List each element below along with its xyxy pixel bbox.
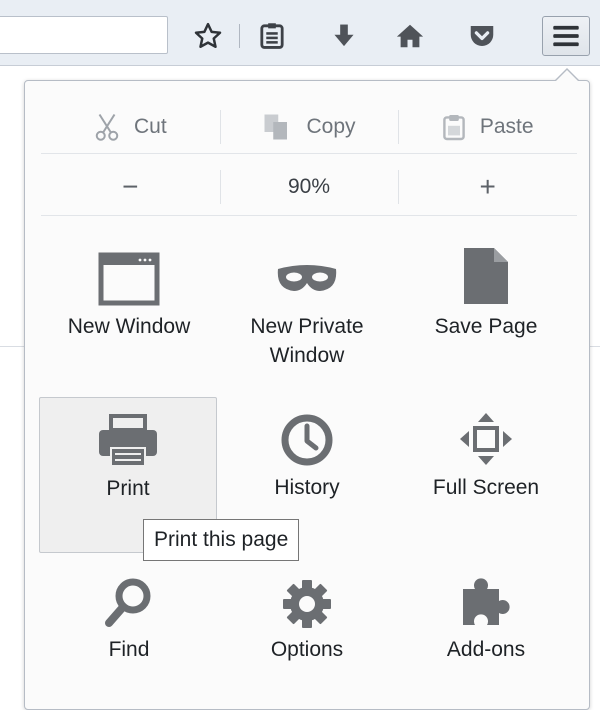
zoom-in-label: +	[479, 170, 496, 202]
page-divider	[0, 346, 25, 347]
zoom-out-button[interactable]: −	[41, 158, 220, 215]
paste-button[interactable]: Paste	[398, 100, 577, 153]
panel-arrow-inner	[556, 70, 578, 81]
zoom-level: 90%	[287, 174, 331, 198]
clock-icon	[281, 414, 333, 466]
copy-button[interactable]: Copy	[219, 100, 399, 153]
star-icon	[194, 22, 222, 48]
page-background	[0, 66, 25, 697]
new-private-window-label-line2: Window	[269, 344, 345, 367]
new-private-window-label-line1: New Private	[250, 315, 364, 338]
add-ons-label: Add-ons	[446, 638, 526, 661]
print-tooltip: Print this page	[143, 519, 300, 561]
copy-label: Copy	[306, 114, 356, 138]
cut-label: Cut	[133, 114, 167, 138]
page-icon	[464, 248, 508, 304]
history-label: History	[274, 476, 340, 499]
pocket-button[interactable]	[465, 19, 499, 53]
toolbar-separator	[239, 24, 240, 48]
find-button[interactable]: Find	[40, 565, 218, 695]
zoom-in-button[interactable]: +	[398, 158, 577, 215]
options-label: Options	[270, 638, 344, 661]
clipboard-icon	[443, 114, 465, 140]
browser-toolbar	[0, 0, 600, 66]
zoom-controls: − 90% +	[41, 158, 577, 216]
puzzle-piece-icon	[463, 578, 510, 625]
save-page-button[interactable]: Save Page	[397, 236, 575, 386]
home-button[interactable]	[393, 19, 427, 53]
print-label: Print	[106, 477, 150, 500]
copy-icon	[264, 114, 288, 139]
url-bar[interactable]	[0, 16, 168, 54]
save-page-label: Save Page	[434, 315, 538, 338]
pocket-icon	[470, 26, 494, 46]
zoom-reset-button[interactable]: 90%	[219, 158, 399, 215]
paste-label: Paste	[479, 114, 534, 138]
add-ons-button[interactable]: Add-ons	[397, 565, 575, 695]
printer-icon	[99, 414, 157, 467]
window-icon	[98, 252, 160, 306]
bookmarks-menu-button[interactable]	[255, 19, 289, 53]
bookmark-star-button[interactable]	[191, 19, 225, 53]
full-screen-label: Full Screen	[432, 476, 540, 499]
options-button[interactable]: Options	[218, 565, 396, 695]
new-window-label: New Window	[67, 315, 191, 338]
zoom-out-label: −	[122, 170, 139, 202]
fullscreen-icon	[460, 413, 512, 465]
edit-controls: Cut Copy Paste	[41, 100, 577, 154]
bookmarks-list-icon	[260, 23, 284, 49]
cut-button[interactable]: Cut	[41, 100, 220, 153]
full-screen-button[interactable]: Full Screen	[397, 397, 575, 553]
gear-icon	[283, 580, 331, 628]
new-private-window-button[interactable]: New Private Window	[218, 236, 396, 386]
download-icon	[334, 24, 354, 47]
magnifier-icon	[105, 578, 151, 627]
home-icon	[396, 24, 424, 48]
new-window-button[interactable]: New Window	[40, 236, 218, 386]
scissors-icon	[95, 113, 119, 141]
downloads-button[interactable]	[327, 19, 361, 53]
mask-icon	[277, 265, 337, 291]
hamburger-menu-icon	[553, 25, 579, 47]
open-menu-button[interactable]	[542, 16, 590, 56]
find-label: Find	[108, 638, 150, 661]
